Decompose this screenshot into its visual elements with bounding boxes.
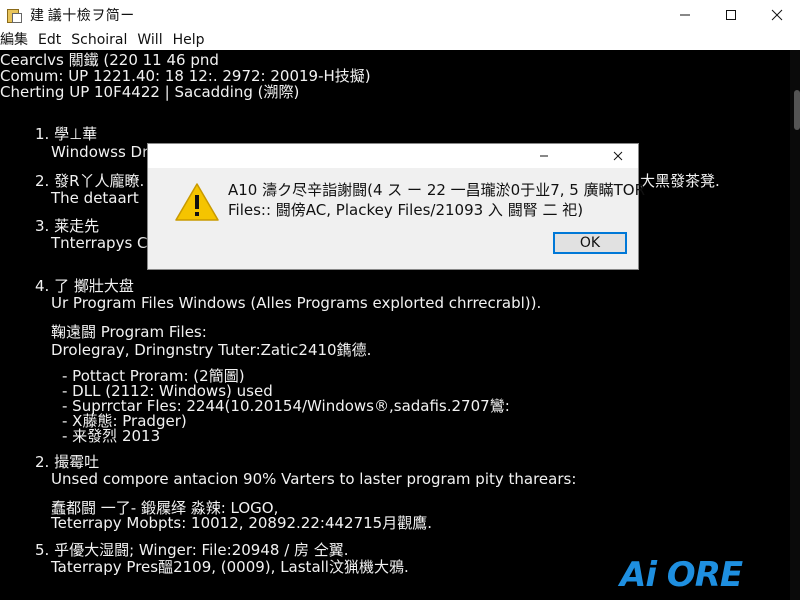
- console-line: The detaart: [51, 189, 139, 207]
- app-icon[interactable]: [6, 7, 22, 23]
- menu-item-will[interactable]: Will: [132, 30, 167, 50]
- console-line: 1. 學⊥華: [35, 125, 98, 143]
- window-title: 建 議十檢ヲ简ー: [30, 8, 135, 24]
- console-line: 5. 乎優大湿闘; Winger: File:20948 / 房 仝翼.: [35, 541, 349, 559]
- minimize-icon: [540, 155, 548, 157]
- console-line: Cherting UP 10F4422 | Sacadding (溯際): [0, 83, 300, 101]
- dialog-message-line: Files:: 闘傍AC, Plackey Files/21093 入 闘腎 二…: [228, 201, 584, 219]
- ok-button[interactable]: OK: [553, 232, 627, 254]
- console-line: 鞠遠闘 Program Files:: [51, 323, 207, 341]
- close-icon: [771, 9, 783, 21]
- dialog-message: A10 濤ク尽辛詣謝闘(4 ス ー 22 一昌瓏淤0于业7, 5 廣瞞TOR F…: [228, 180, 645, 220]
- maximize-icon: [726, 10, 736, 20]
- console-line: 2. 發R丫人龐瞭.: [35, 172, 145, 190]
- console-line: 3. 莱走先: [35, 217, 100, 235]
- menu-item-edit[interactable]: Edt: [33, 30, 66, 50]
- console-line: - 来發烈 2013: [62, 427, 161, 445]
- console-output[interactable]: Cearclvs 關鐵 (220 11 46 pnd Comum: UP 122…: [0, 50, 800, 600]
- menu-item-schoiral[interactable]: Schoiral: [66, 30, 132, 50]
- maximize-button[interactable]: [708, 0, 754, 30]
- minimize-icon: [680, 14, 690, 16]
- console-line: Unsed compore antacion 90% Varters to la…: [51, 470, 577, 488]
- dialog-body: A10 濤ク尽辛詣謝闘(4 ス ー 22 一昌瓏淤0于业7, 5 廣瞞TOR F…: [148, 168, 645, 269]
- warning-icon: [175, 183, 219, 221]
- scrollbar[interactable]: [790, 50, 800, 600]
- console-line: Ur Program Files Windows (Alles Programs…: [51, 294, 542, 312]
- warning-dialog: A10 濤ク尽辛詣謝闘(4 ス ー 22 一昌瓏淤0于业7, 5 廣瞞TOR F…: [147, 143, 645, 270]
- dialog-title-bar[interactable]: [148, 144, 638, 168]
- scrollbar-thumb[interactable]: [794, 90, 800, 130]
- console-line: Tnterrapys C: [51, 234, 148, 252]
- close-button[interactable]: [754, 0, 800, 30]
- dialog-close-button[interactable]: [600, 144, 636, 168]
- console-line: 4. 了 擲壯大盘: [35, 277, 134, 295]
- dialog-message-line: A10 濤ク尽辛詣謝闘(4 ス ー 22 一昌瓏淤0于业7, 5 廣瞞TOR: [228, 181, 645, 199]
- menu-bar: 編集 Edt Schoiral Will Help: [0, 30, 800, 50]
- console-line: Windowss Dr: [51, 143, 149, 161]
- menu-item-help[interactable]: Help: [168, 30, 210, 50]
- console-line: 2. 撮霉吐: [35, 453, 100, 471]
- watermark-logo: Ai ORE: [620, 555, 743, 595]
- console-line: Drolegray, Dringnstry Tuter:Zatic2410鐫德.: [51, 341, 372, 359]
- console-line: Teterrapy Mobpts: 10012, 20892.22:442715…: [51, 514, 432, 532]
- title-bar[interactable]: 建 議十檢ヲ简ー: [0, 0, 800, 30]
- console-window: 建 議十檢ヲ简ー 編集 Edt Schoiral Will Help Cearc…: [0, 0, 800, 600]
- dialog-minimize-button[interactable]: [526, 144, 562, 168]
- console-line: Taterrapy Pres醞2109, (0009), Lastall汶猟機大…: [51, 558, 409, 576]
- close-icon: [613, 151, 623, 161]
- menu-item-edit-cjk[interactable]: 編集: [0, 30, 33, 50]
- console-line: 大黑發茶凳.: [640, 172, 720, 190]
- minimize-button[interactable]: [662, 0, 708, 30]
